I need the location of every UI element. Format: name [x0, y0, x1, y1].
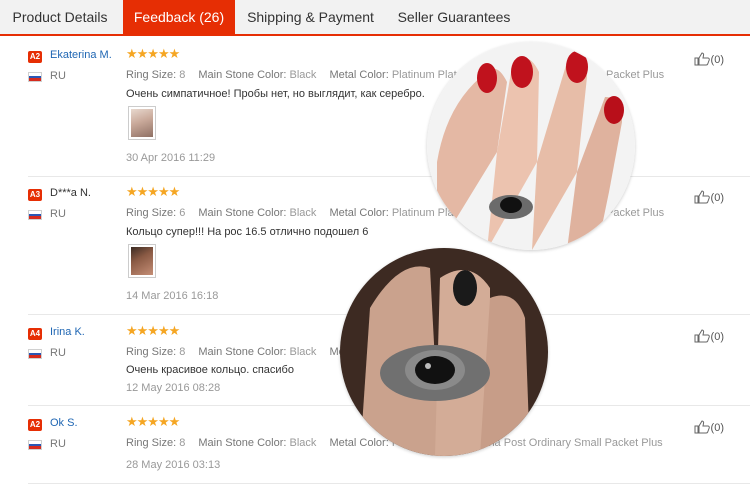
shipping-method-value: ina Post Ordinary Small Packet Plus	[486, 437, 663, 449]
helpful-button[interactable]: (0)	[694, 420, 724, 434]
tab-bar: Product Details Feedback (26) Shipping &…	[0, 0, 750, 36]
main-stone-color-label: Main Stone Color:	[198, 437, 287, 449]
ring-size-value: 8	[179, 437, 186, 449]
reviewer-name[interactable]: Ok S.	[50, 417, 78, 429]
buyer-level-badge: A2	[28, 51, 42, 63]
reviewer-country: RU	[50, 347, 66, 359]
thumbs-up-icon	[694, 190, 710, 204]
metal-color-label: Metal Color:	[329, 69, 389, 81]
helpful-button[interactable]: (0)	[694, 190, 724, 204]
reviewer-name: D***a N.	[50, 187, 91, 199]
helpful-count: (0)	[710, 54, 724, 66]
main-stone-color-label: Main Stone Color:	[198, 69, 287, 81]
review-text: Кольцо супер!!! На рос 16.5 отлично подо…	[126, 226, 369, 238]
thumbs-up-icon	[694, 52, 710, 66]
main-stone-color-value: Black	[289, 69, 317, 81]
star-rating: ★★★★★	[126, 184, 180, 199]
main-stone-color-label: Main Stone Color:	[198, 207, 287, 219]
ring-size-label: Ring Size:	[126, 207, 177, 219]
main-stone-color-label: Main Stone Color:	[198, 346, 287, 358]
tab-seller-guarantees[interactable]: Seller Guarantees	[386, 0, 522, 34]
reviewer-country: RU	[50, 438, 66, 450]
ring-size-label: Ring Size:	[126, 437, 177, 449]
ring-size-value: 8	[179, 346, 186, 358]
ring-photo-detail	[340, 248, 548, 456]
main-stone-color-value: Black	[289, 207, 317, 219]
review-photo-thumbnail[interactable]	[128, 244, 156, 278]
star-rating: ★★★★★	[126, 46, 180, 61]
reviewer-country: RU	[50, 70, 66, 82]
buyer-level-badge: A2	[28, 419, 42, 431]
thumbs-up-icon	[694, 329, 710, 343]
ring-size-label: Ring Size:	[126, 69, 177, 81]
ring-photo-closeup	[427, 42, 635, 250]
helpful-count: (0)	[710, 192, 724, 204]
buyer-level-badge: A4	[28, 328, 42, 340]
tab-shipping-payment[interactable]: Shipping & Payment	[244, 0, 377, 34]
ring-size-value: 8	[179, 69, 186, 81]
reviewer-name[interactable]: Ekaterina M.	[50, 49, 112, 61]
main-stone-color-value: Black	[289, 346, 317, 358]
reviewer-country: RU	[50, 208, 66, 220]
helpful-count: (0)	[710, 422, 724, 434]
ring-size-label: Ring Size:	[126, 346, 177, 358]
russia-flag-icon	[28, 210, 42, 220]
buyer-level-badge: A3	[28, 189, 42, 201]
review-photo-thumbnail[interactable]	[128, 106, 156, 140]
metal-color-label: Metal Color:	[329, 207, 389, 219]
purchase-attributes: Ring Size: 8 Main Stone Color: Black Met…	[126, 69, 479, 81]
russia-flag-icon	[28, 349, 42, 359]
helpful-button[interactable]: (0)	[694, 329, 724, 343]
tab-feedback[interactable]: Feedback (26)	[123, 0, 235, 36]
shipping-method-value: Packet Plus	[606, 207, 665, 219]
tab-product-details[interactable]: Product Details	[4, 0, 116, 34]
thumbs-up-icon	[694, 420, 710, 434]
shipping-method-value: Packet Plus	[606, 69, 665, 81]
ring-size-value: 6	[179, 207, 186, 219]
russia-flag-icon	[28, 72, 42, 82]
review-date: 30 Apr 2016 11:29	[126, 152, 216, 164]
review-text: Очень красивое кольцо. спасибо	[126, 364, 294, 376]
review-text: Очень симпатичное! Пробы нет, но выгляди…	[126, 88, 425, 100]
purchase-attributes: Ring Size: 6 Main Stone Color: Black Met…	[126, 207, 479, 219]
helpful-count: (0)	[710, 331, 724, 343]
review-date: 12 May 2016 08:28	[126, 382, 221, 394]
review-date: 28 May 2016 03:13	[126, 459, 221, 471]
review-item: A2 Ekaterina M. RU ★★★★★ Ring Size: 8 Ma…	[28, 46, 750, 177]
main-stone-color-value: Black	[289, 437, 317, 449]
purchase-attributes: Ring Size: 8 Main Stone Color: Black Met…	[126, 346, 354, 358]
reviewer-name[interactable]: Irina K.	[50, 326, 85, 338]
review-date: 14 Mar 2016 16:18	[126, 290, 219, 302]
metal-color-label: Metal Color:	[329, 437, 389, 449]
star-rating: ★★★★★	[126, 323, 180, 338]
helpful-button[interactable]: (0)	[694, 52, 724, 66]
russia-flag-icon	[28, 440, 42, 450]
star-rating: ★★★★★	[126, 414, 180, 429]
